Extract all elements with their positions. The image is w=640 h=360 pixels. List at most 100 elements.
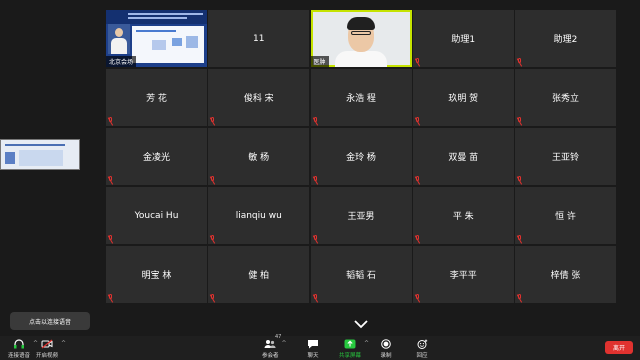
participant-name: 双曼 苗	[448, 153, 479, 163]
participant-name: 明宝 林	[141, 271, 172, 281]
speaker-hair	[346, 17, 375, 30]
participant-tile[interactable]: 王亚男	[310, 187, 412, 244]
participant-tile[interactable]: 张秀立	[515, 69, 616, 126]
presenter-thumbnail	[108, 24, 130, 54]
chevron-down-icon[interactable]	[353, 319, 369, 329]
headphones-icon	[14, 339, 24, 349]
participant-name: 芳 花	[146, 94, 167, 104]
participant-tile[interactable]: 助理1	[412, 10, 514, 67]
reactions-label: 回应	[416, 353, 428, 359]
muted-mic-icon	[517, 176, 523, 183]
participant-name: 助理2	[553, 35, 578, 45]
chat-icon	[308, 340, 318, 349]
muted-mic-icon	[517, 235, 523, 242]
video-grid: 北京会场 11 医肿 助理1 助理2 芳 花 俊科 宋 永浩 程 玖明 贺 张秀…	[106, 10, 616, 303]
slide-body	[132, 26, 204, 63]
participant-name: lianqiu wu	[235, 210, 282, 221]
participant-name: 11	[253, 33, 265, 44]
start-video-button[interactable]: 开启视频 ^	[36, 336, 66, 360]
participant-name: 永浩 程	[346, 94, 376, 104]
slide-header	[106, 10, 207, 24]
meeting-toolbar: 连接语音 ^ 开启视频 ^ 47 参会者 ^ 聊天 共享屏幕 ^ 录制 回应	[0, 334, 640, 360]
participant-tile[interactable]: 平 朱	[412, 187, 514, 244]
join-audio-label: 连接语音	[8, 353, 31, 359]
muted-mic-icon	[108, 294, 114, 301]
muted-mic-icon	[517, 58, 523, 65]
participant-tile[interactable]: 李平平	[412, 246, 514, 303]
join-audio-tooltip: 点击以连接语音	[10, 312, 90, 330]
participant-tile[interactable]: 梓倩 张	[515, 246, 616, 303]
participant-name: 恒 许	[555, 212, 576, 222]
participant-name: 韬韬 石	[346, 271, 376, 281]
shared-screen-tile[interactable]: 北京会场	[106, 10, 207, 67]
shared-screen-label: 北京会场	[106, 56, 137, 67]
share-screen-button[interactable]: 共享屏幕 ^	[339, 336, 369, 360]
muted-mic-icon	[108, 235, 114, 242]
active-speaker-tile[interactable]: 医肿	[310, 10, 412, 67]
participant-tile[interactable]: 11	[208, 10, 310, 67]
muted-mic-icon	[517, 294, 523, 301]
participant-tile[interactable]: 玖明 贺	[412, 69, 514, 126]
chevron-up-icon[interactable]: ^	[364, 340, 369, 347]
participant-name: 玖明 贺	[448, 94, 479, 104]
participant-tile[interactable]: 恒 许	[515, 187, 616, 244]
speaker-glasses	[350, 31, 371, 35]
shared-content-thumbnail[interactable]	[0, 139, 80, 170]
participant-tile[interactable]: lianqiu wu	[208, 187, 310, 244]
muted-mic-icon	[210, 117, 216, 124]
participant-tile[interactable]: 敏 杨	[208, 128, 310, 185]
muted-mic-icon	[210, 294, 216, 301]
participant-name: 俊科 宋	[243, 94, 274, 104]
speaker-label: 医肿	[310, 56, 329, 67]
participant-name: 李平平	[449, 271, 477, 281]
muted-mic-icon	[415, 176, 421, 183]
participant-name: 金玲 杨	[346, 153, 376, 163]
participant-tile[interactable]: Youcai Hu	[106, 187, 207, 244]
participant-name: 金凌光	[142, 153, 170, 163]
share-screen-icon	[344, 339, 356, 349]
muted-mic-icon	[517, 117, 523, 124]
muted-mic-icon	[210, 176, 216, 183]
participant-tile[interactable]: 俊科 宋	[208, 69, 310, 126]
reactions-button[interactable]: 回应	[416, 336, 428, 360]
participant-name: Youcai Hu	[134, 210, 179, 221]
participants-count: 47	[275, 334, 282, 340]
chat-label: 聊天	[307, 353, 319, 359]
leave-button[interactable]: 离开	[605, 341, 633, 354]
muted-mic-icon	[313, 117, 319, 124]
muted-mic-icon	[210, 235, 216, 242]
participant-tile[interactable]: 明宝 林	[106, 246, 207, 303]
participant-tile[interactable]: 助理2	[515, 10, 616, 67]
participant-name: 助理1	[451, 35, 476, 45]
record-button[interactable]: 录制	[380, 336, 392, 360]
chevron-up-icon[interactable]: ^	[61, 340, 66, 347]
chevron-up-icon[interactable]: ^	[281, 340, 286, 347]
participant-tile[interactable]: 王亚铃	[515, 128, 616, 185]
video-off-icon	[41, 339, 53, 349]
participant-tile[interactable]: 金凌光	[106, 128, 207, 185]
chat-button[interactable]: 聊天	[307, 336, 319, 360]
muted-mic-icon	[415, 117, 421, 124]
muted-mic-icon	[313, 235, 319, 242]
participants-label: 参会者	[262, 353, 279, 359]
participant-tile[interactable]: 韬韬 石	[310, 246, 412, 303]
participant-tile[interactable]: 金玲 杨	[310, 128, 412, 185]
join-audio-button[interactable]: 连接语音 ^	[8, 336, 38, 360]
participant-tile[interactable]: 永浩 程	[310, 69, 412, 126]
participant-name: 张秀立	[551, 94, 579, 104]
participant-name: 王亚铃	[551, 153, 579, 163]
participant-tile[interactable]: 芳 花	[106, 69, 207, 126]
participant-name: 王亚男	[347, 212, 375, 222]
participants-icon	[264, 340, 276, 348]
participant-name: 平 朱	[452, 212, 474, 222]
muted-mic-icon	[313, 294, 319, 301]
participant-tile[interactable]: 双曼 苗	[412, 128, 514, 185]
start-video-label: 开启视频	[36, 353, 59, 359]
muted-mic-icon	[415, 294, 421, 301]
participant-tile[interactable]: 健 柏	[208, 246, 310, 303]
record-label: 录制	[380, 353, 392, 359]
record-icon	[381, 339, 391, 349]
share-screen-label: 共享屏幕	[339, 353, 362, 359]
speaker-body	[334, 51, 387, 67]
participants-button[interactable]: 47 参会者 ^	[262, 334, 287, 360]
